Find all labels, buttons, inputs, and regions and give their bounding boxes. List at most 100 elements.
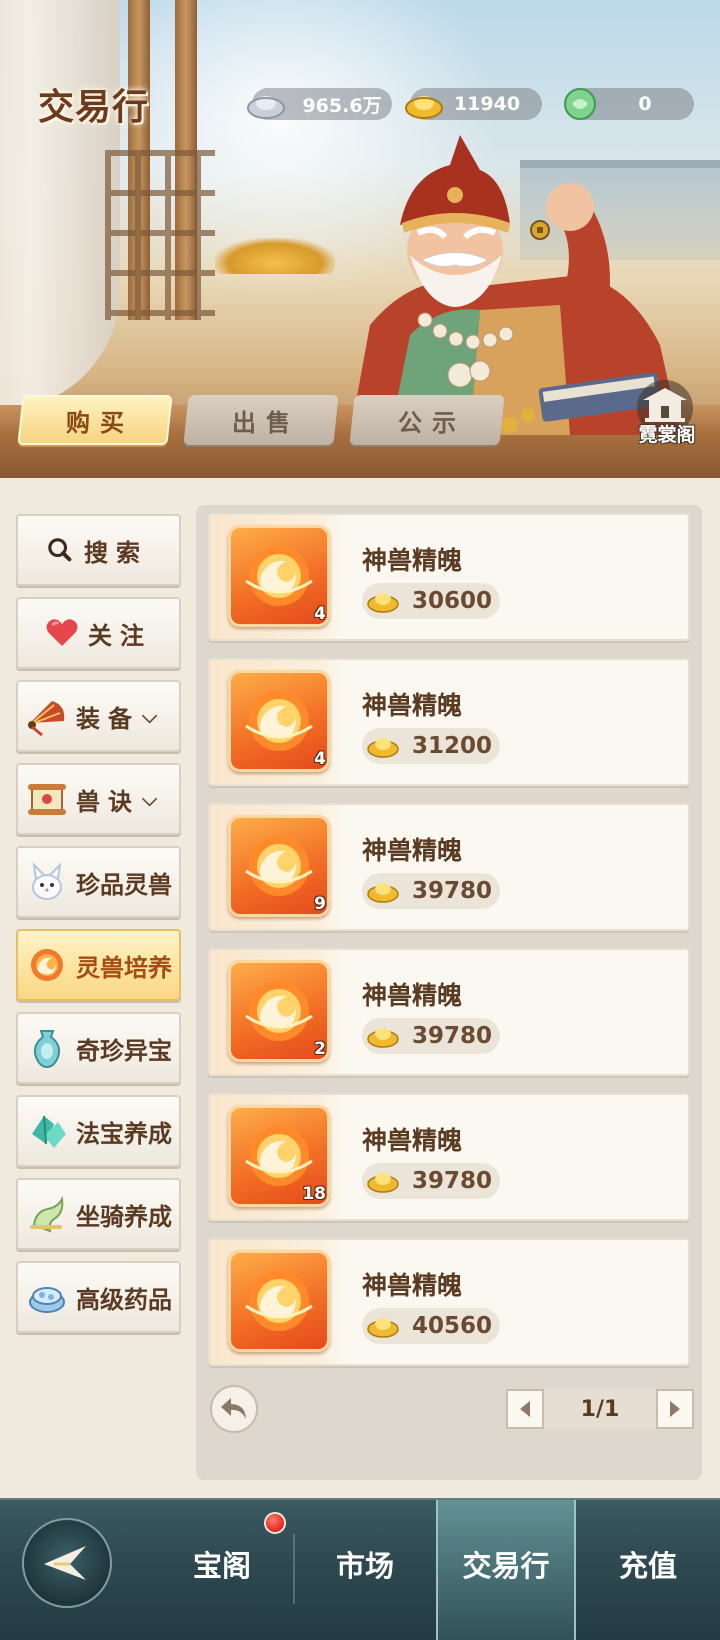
jade-amount: 0 [638,93,652,115]
sidebar-item-label: 装备 [76,704,140,733]
nav-trading-house[interactable]: 交易行 [436,1500,576,1640]
header-banner: 交易行 965.6万 11940 0 购买 出售 公示 霓裳阁 [0,0,720,478]
list-item[interactable]: 18 神兽精魄 39780 [208,1093,690,1221]
fan-icon [28,701,65,737]
item-thumbnail: 2 [228,960,330,1062]
sidebar-item-label: 奇珍异宝 [76,1036,172,1065]
jade-icon [564,88,596,120]
item-price-value: 31200 [412,733,493,759]
item-quantity: 4 [314,749,326,769]
crane-emblem-icon [44,1546,86,1580]
list-item[interactable]: 4 神兽精魄 31200 [208,658,690,786]
item-price: 30600 [362,583,500,619]
item-price-value: 39780 [412,1168,493,1194]
return-arrow-icon [221,1398,246,1419]
gold-ingot-icon [367,883,399,903]
sidebar-item-rare-treasures[interactable]: 奇珍异宝 [16,1012,181,1084]
item-price: 39780 [362,1163,500,1199]
tab-buy-label: 购买 [66,408,134,437]
tab-public-label: 公示 [398,408,466,437]
silver-ingot-icon [247,96,285,119]
bottom-navigation: 宝阁 市场 交易行 充值 [0,1498,720,1640]
nav-label: 交易行 [462,1549,550,1583]
item-name: 神兽精魄 [362,691,463,720]
home-button[interactable] [22,1518,112,1608]
beast-essence-icon [245,546,313,606]
item-name: 神兽精魄 [362,546,463,575]
list-item[interactable]: 4 神兽精魄 30600 [208,513,690,641]
page-indicator: 1/1 [544,1389,656,1429]
nav-label: 市场 [335,1549,394,1583]
sidebar-item-advanced-medicine[interactable]: 高级药品 [16,1261,181,1333]
chevron-left-icon [520,1401,530,1417]
tab-public[interactable]: 公示 [349,395,505,445]
prev-page-button[interactable] [506,1389,544,1429]
chevron-down-icon: ⌵ [142,704,158,728]
beast-essence-icon [245,691,313,751]
item-price: 39780 [362,873,500,909]
chevron-right-icon [670,1401,680,1417]
curtain-decoration [0,0,120,410]
tab-sell[interactable]: 出售 [183,395,339,445]
item-price-value: 39780 [412,878,493,904]
item-price-value: 30600 [412,588,493,614]
item-thumbnail: 4 [228,670,330,772]
item-thumbnail: 9 [228,815,330,917]
list-item[interactable]: 9 神兽精魄 39780 [208,803,690,931]
nav-label: 宝阁 [192,1549,251,1583]
beast-essence-icon [245,981,313,1041]
item-thumbnail [228,1250,330,1352]
lattice-window [105,150,215,320]
page-title: 交易行 [38,86,150,128]
nav-recharge[interactable]: 充值 [578,1500,718,1640]
silver-amount: 965.6万 [302,94,382,117]
list-item[interactable]: 神兽精魄 40560 [208,1238,690,1366]
back-button[interactable] [210,1385,258,1433]
nav-label: 充值 [618,1549,677,1583]
listing-panel: 4 神兽精魄 30600 4 神兽精魄 31200 9 神兽精魄 39780 2… [196,505,702,1480]
sidebar-item-label: 坐骑养成 [76,1202,172,1231]
next-page-button[interactable] [656,1389,694,1429]
mount-icon [30,1195,64,1233]
item-price-value: 40560 [412,1313,493,1339]
item-quantity: 9 [314,894,326,914]
list-item[interactable]: 2 神兽精魄 39780 [208,948,690,1076]
sidebar-item-label: 高级药品 [76,1285,172,1314]
sidebar-item-beast-skills[interactable]: 兽诀 ⌵ [16,763,181,835]
sidebar-item-beast-training[interactable]: 灵兽培养 [16,929,181,1001]
trade-tabs: 购买 出售 公示 [17,395,505,445]
item-name: 神兽精魄 [362,981,463,1010]
sidebar-item-label: 法宝养成 [76,1119,172,1148]
crystal-icon [32,1115,66,1148]
sidebar-item-label: 搜索 [84,538,148,567]
sidebar-item-search[interactable]: 搜索 [16,514,181,586]
pagination: 1/1 [506,1389,694,1429]
item-quantity: 2 [314,1039,326,1059]
tab-buy[interactable]: 购买 [17,395,173,445]
nav-market[interactable]: 市场 [295,1500,435,1640]
sidebar-item-mount-training[interactable]: 坐骑养成 [16,1178,181,1250]
item-name: 神兽精魄 [362,836,463,865]
sidebar-item-label: 灵兽培养 [76,953,172,982]
gold-ingot-icon [367,738,399,758]
pavilion-label[interactable]: 霓裳阁 [626,420,708,447]
jade-currency[interactable]: 0 [564,88,694,120]
gold-currency[interactable]: 11940 [405,88,542,120]
fox-icon [32,862,62,900]
sidebar-item-artifact-training[interactable]: 法宝养成 [16,1095,181,1167]
gold-ingot-icon [367,1318,399,1338]
tab-sell-label: 出售 [232,408,300,437]
sidebar-item-equipment[interactable]: 装备 ⌵ [16,680,181,752]
gold-amount: 11940 [453,93,521,115]
gold-ingot-icon [367,1173,399,1193]
item-thumbnail: 18 [228,1105,330,1207]
item-thumbnail: 4 [228,525,330,627]
gold-pile-decoration [215,238,335,274]
item-price-value: 39780 [412,1023,493,1049]
scroll-icon [28,784,66,815]
sidebar-item-follow[interactable]: 关注 [16,597,181,669]
vase-icon [33,1030,61,1069]
silver-currency[interactable]: 965.6万 [247,88,392,120]
chevron-down-icon: ⌵ [142,787,158,811]
sidebar-item-rare-beasts[interactable]: 珍品灵兽 [16,846,181,918]
